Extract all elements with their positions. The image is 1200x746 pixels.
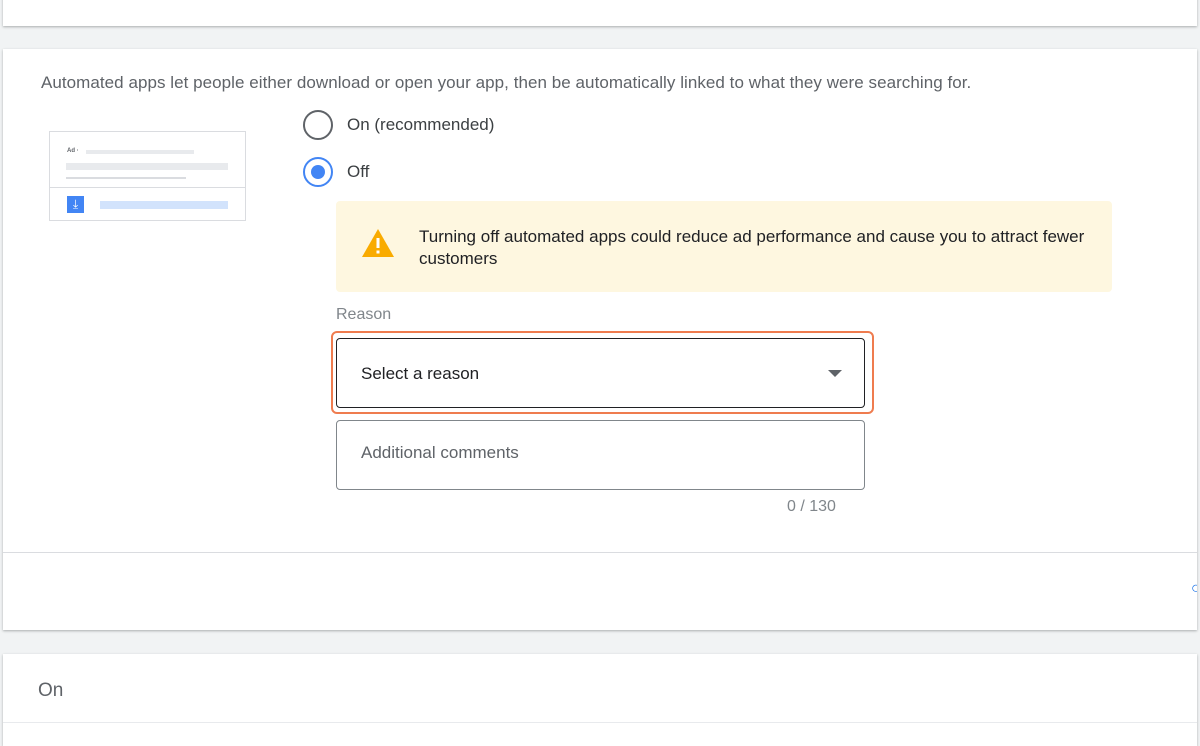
radio-option-on[interactable]: On (recommended) — [303, 110, 494, 140]
warning-banner: Turning off automated apps could reduce … — [336, 201, 1112, 292]
radio-on-button[interactable] — [303, 110, 333, 140]
previous-section-card — [3, 0, 1197, 26]
preview-title-line — [66, 163, 228, 170]
additional-comments-input[interactable] — [361, 443, 841, 463]
preview-headline-line — [86, 150, 194, 154]
reason-select-value: Select a reason — [361, 364, 480, 383]
radio-off-label: Off — [347, 162, 370, 181]
preview-link-line — [100, 201, 228, 209]
warning-message: Turning off automated apps could reduce … — [419, 227, 1085, 268]
reason-label: Reason — [336, 306, 392, 323]
additional-comments-field[interactable] — [336, 420, 865, 490]
next-section-divider — [3, 722, 1197, 723]
ad-preview-illustration: Ad · ⤓ — [49, 131, 246, 221]
automated-apps-description: Automated apps let people either downloa… — [41, 73, 972, 92]
automated-apps-card: Automated apps let people either downloa… — [3, 49, 1197, 630]
radio-off-button[interactable] — [303, 157, 333, 187]
reason-select[interactable]: Select a reason — [336, 338, 865, 408]
radio-on-label: On (recommended) — [347, 115, 495, 134]
next-section-card[interactable]: On — [3, 654, 1197, 746]
comments-character-count: 0 / 130 — [787, 498, 836, 515]
partial-action-icon[interactable]: ○ — [1191, 581, 1197, 597]
next-section-status: On — [38, 680, 64, 701]
dropdown-arrow-icon — [828, 370, 842, 377]
warning-triangle-icon — [362, 229, 394, 257]
preview-ad-label: Ad · — [67, 148, 79, 154]
radio-option-off[interactable]: Off — [303, 157, 369, 187]
section-divider — [3, 552, 1197, 553]
preview-divider — [50, 187, 245, 188]
download-icon: ⤓ — [67, 196, 84, 213]
preview-description-line — [66, 177, 186, 179]
